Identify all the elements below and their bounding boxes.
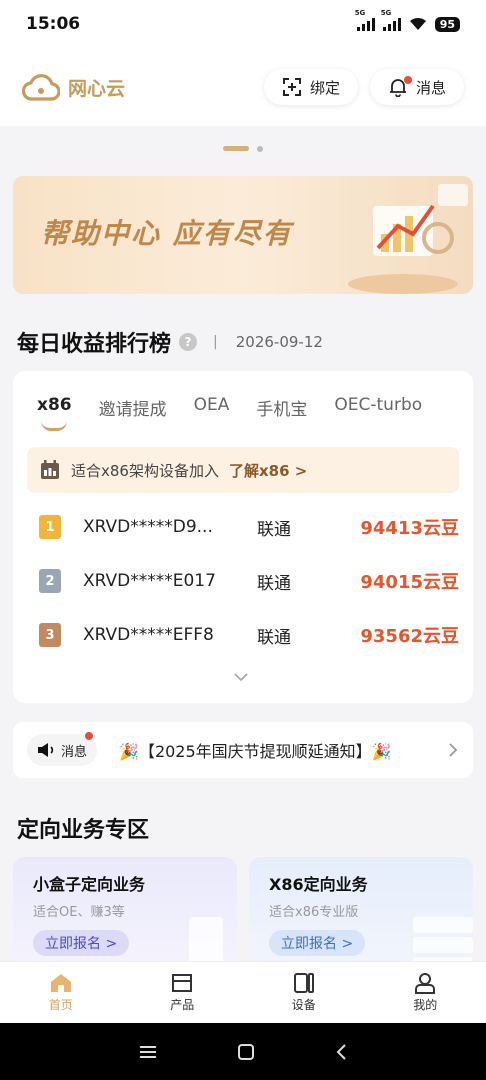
ranking-card: x86 邀请提成 OEA 手机宝 OEC-turbo 适合x86架构设备加入 了… xyxy=(13,371,473,703)
store-icon xyxy=(172,974,193,992)
expand-chevron-down-icon[interactable] xyxy=(233,669,249,685)
device-id: XRVD*****E017 xyxy=(83,571,216,591)
card-title: X86定向业务 xyxy=(269,875,368,894)
chevron-right-icon[interactable] xyxy=(447,742,459,758)
x86-notice[interactable]: 适合x86架构设备加入 了解x86 > xyxy=(27,447,459,493)
ranking-row[interactable]: 2 XRVD*****E017 联通 94015云豆 xyxy=(39,561,459,601)
recents-icon[interactable] xyxy=(139,1045,157,1059)
carousel-indicators xyxy=(0,146,486,152)
nav-mine[interactable]: 我的 xyxy=(365,962,486,1023)
nav-products[interactable]: 产品 xyxy=(122,962,244,1023)
battery-icon: 95 xyxy=(434,16,460,32)
rank-2-medal-icon: 2 xyxy=(39,569,61,593)
calendar-icon xyxy=(41,460,59,479)
tab-oea[interactable]: OEA xyxy=(194,395,230,420)
scan-icon xyxy=(282,78,301,96)
help-icon[interactable]: ? xyxy=(179,333,198,351)
cloud-logo-icon xyxy=(22,74,60,101)
divider: | xyxy=(213,334,218,350)
home-icon xyxy=(50,974,71,992)
brand-name: 网心云 xyxy=(68,77,126,100)
server-icon xyxy=(413,917,473,967)
carousel-dot[interactable] xyxy=(257,146,263,152)
nav-products-label: 产品 xyxy=(170,998,195,1012)
bottom-nav: 首页 产品 设备 我的 xyxy=(0,961,486,1023)
speaker-icon xyxy=(38,743,54,757)
nav-home[interactable]: 首页 xyxy=(0,962,122,1023)
signal-icon: 5G xyxy=(355,9,375,31)
back-icon[interactable] xyxy=(335,1043,347,1061)
signup-button[interactable]: 立即报名 > xyxy=(33,930,130,956)
ranking-row[interactable]: 3 XRVD*****EFF8 联通 93562云豆 xyxy=(39,615,459,655)
user-icon xyxy=(415,973,436,994)
home-button-icon[interactable] xyxy=(237,1043,255,1061)
device-id: XRVD*****D9... xyxy=(83,517,213,537)
unread-dot xyxy=(403,76,412,84)
ranking-tabs: x86 邀请提成 OEA 手机宝 OEC-turbo xyxy=(37,395,422,431)
rank-3-medal-icon: 3 xyxy=(39,623,61,647)
app-header: 网心云 绑定 消息 xyxy=(0,48,486,126)
system-nav-bar xyxy=(0,1023,486,1080)
chart-illustration-icon xyxy=(348,184,468,294)
signal-icon: 5G xyxy=(381,9,401,31)
status-bar: 15:06 5G 5G 95 xyxy=(0,0,486,48)
points: 94413云豆 xyxy=(360,518,459,539)
bind-label: 绑定 xyxy=(309,78,340,97)
bind-button[interactable]: 绑定 xyxy=(263,69,358,105)
announcement-bar[interactable]: 消息 🎉【2025年国庆节提现顺延通知】🎉 xyxy=(13,722,473,778)
ranking-date: 2026-09-12 xyxy=(235,333,323,351)
nav-mine-label: 我的 xyxy=(413,998,438,1012)
isp: 联通 xyxy=(257,519,291,540)
nav-home-label: 首页 xyxy=(48,998,73,1012)
card-title: 小盒子定向业务 xyxy=(33,875,146,894)
ranking-title: 每日收益排行榜 xyxy=(17,332,172,357)
rank-1-medal-icon: 1 xyxy=(39,515,61,539)
small-box-business-card[interactable]: 小盒子定向业务 适合OE、赚3等 立即报名 > xyxy=(13,857,237,967)
status-time: 15:06 xyxy=(26,14,81,34)
messages-button[interactable]: 消息 xyxy=(369,69,464,105)
isp: 联通 xyxy=(257,573,291,594)
x86-business-card[interactable]: X86定向业务 适合x86专业版 立即报名 > xyxy=(249,857,473,967)
wifi-icon xyxy=(409,17,426,30)
message-pill-label: 消息 xyxy=(61,744,88,760)
device-id: XRVD*****EFF8 xyxy=(83,625,214,645)
app-logo: 网心云 xyxy=(22,72,125,102)
tab-invite-commission[interactable]: 邀请提成 xyxy=(99,395,167,420)
notice-text: 适合x86架构设备加入 xyxy=(71,461,219,480)
unread-dot xyxy=(85,732,94,740)
tab-oec-turbo[interactable]: OEC-turbo xyxy=(334,395,422,420)
tab-x86[interactable]: x86 xyxy=(37,395,72,431)
box-device-icon xyxy=(189,917,223,967)
nav-devices[interactable]: 设备 xyxy=(243,962,365,1023)
ranking-row[interactable]: 1 XRVD*****D9... 联通 94413云豆 xyxy=(39,507,459,547)
points: 93562云豆 xyxy=(360,626,459,647)
ranking-header: 每日收益排行榜 ? | 2026-09-12 xyxy=(17,326,323,358)
learn-x86-link[interactable]: 了解x86 > xyxy=(229,460,307,481)
banner-title: 帮助中心 应有尽有 xyxy=(41,217,293,250)
points: 94015云豆 xyxy=(360,572,459,593)
carousel-dot-active[interactable] xyxy=(223,146,249,151)
isp: 联通 xyxy=(257,627,291,648)
signup-button[interactable]: 立即报名 > xyxy=(269,930,366,956)
nav-devices-label: 设备 xyxy=(291,998,316,1012)
business-section-title: 定向业务专区 xyxy=(17,818,150,843)
help-center-banner[interactable]: 帮助中心 应有尽有 xyxy=(13,176,473,294)
device-icon xyxy=(293,973,314,993)
message-pill[interactable]: 消息 xyxy=(27,732,98,766)
messages-label: 消息 xyxy=(415,78,446,97)
tab-phone-treasure[interactable]: 手机宝 xyxy=(256,395,307,420)
announcement-text: 🎉【2025年国庆节提现顺延通知】🎉 xyxy=(119,742,392,761)
tab-active-indicator xyxy=(41,421,67,431)
